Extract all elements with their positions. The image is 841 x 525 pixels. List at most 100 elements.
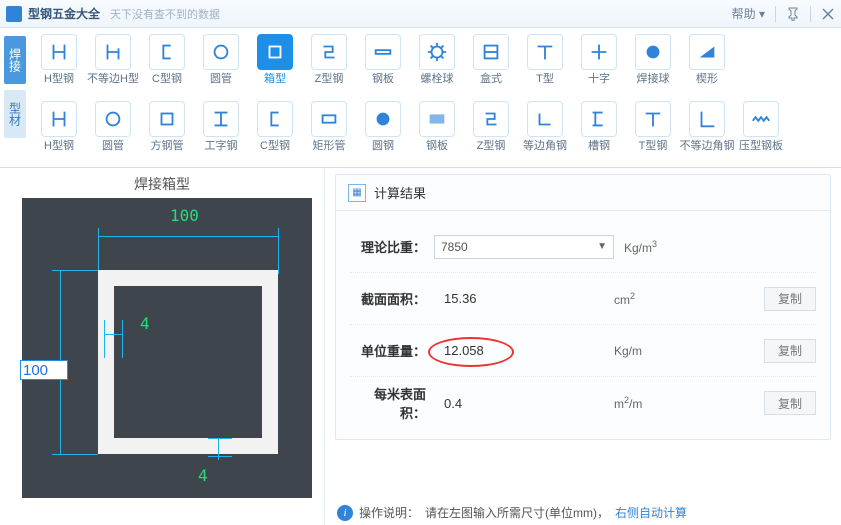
tool-bolt-ball[interactable]: 螺栓球 xyxy=(410,30,464,89)
density-value: 7850 xyxy=(441,240,468,254)
dim-left-input[interactable]: 100 xyxy=(20,360,68,380)
plate-icon xyxy=(365,34,401,70)
tool-label: C型钢 xyxy=(260,141,290,152)
round-tube2-icon xyxy=(95,101,131,137)
h-steel-icon xyxy=(41,34,77,70)
highlight-ellipse xyxy=(428,337,514,367)
tool-plate2[interactable]: 钢板 xyxy=(410,97,464,156)
tool-eq-angle[interactable]: 等边角钢 xyxy=(518,97,572,156)
info-icon: i xyxy=(337,505,353,521)
area-value: 15.36 xyxy=(434,291,614,306)
row-unit-weight: 单位重量： 12.058 Kg/m 复制 xyxy=(350,325,816,377)
tab-profile[interactable]: 型材 xyxy=(4,90,26,138)
area-copy-button[interactable]: 复制 xyxy=(764,287,816,311)
results-rows: 理论比重： 7850 ▼ Kg/m3 截面面积： 15.36 cm2 复制 单位… xyxy=(336,211,830,439)
right-pane: ▦ 计算结果 理论比重： 7850 ▼ Kg/m3 截面面积： 15.36 cm… xyxy=(325,168,841,525)
t-steel-icon xyxy=(635,101,671,137)
area-unit: cm2 xyxy=(614,291,684,307)
tool-h-steel2[interactable]: H型钢 xyxy=(32,97,86,156)
tool-plate[interactable]: 钢板 xyxy=(356,30,410,89)
tool-t-steel[interactable]: T型钢 xyxy=(626,97,680,156)
app-logo-icon xyxy=(6,6,22,22)
tool-cross[interactable]: 十字 xyxy=(572,30,626,89)
box-icon xyxy=(257,34,293,70)
surface-copy-button[interactable]: 复制 xyxy=(764,391,816,415)
dim-thick2-b xyxy=(208,438,232,439)
tool-label: 钢板 xyxy=(372,74,394,85)
hint-label: 操作说明： xyxy=(359,504,419,521)
tool-label: 不等边角钢 xyxy=(680,141,735,152)
tool-rect-tube[interactable]: 矩形管 xyxy=(302,97,356,156)
wedge-icon xyxy=(689,34,725,70)
dim-top-label: 100 xyxy=(170,206,199,225)
app-title: 型钢五金大全 xyxy=(28,5,100,22)
tool-label: 圆管 xyxy=(102,141,124,152)
tool-press-plate[interactable]: 压型钢板 xyxy=(734,97,788,156)
dim-thick1-label: 4 xyxy=(140,314,150,333)
unit-weight-copy-button[interactable]: 复制 xyxy=(764,339,816,363)
pin-icon[interactable] xyxy=(786,7,800,21)
tool-z-steel[interactable]: Z型钢 xyxy=(302,30,356,89)
side-tabs: 焊接 型材 xyxy=(0,28,30,167)
tool-label: 槽钢 xyxy=(588,141,610,152)
tool-label: 盒式 xyxy=(480,74,502,85)
tool-label: 不等边H型 xyxy=(87,74,139,85)
c-steel-icon xyxy=(149,34,185,70)
density-unit: Kg/m3 xyxy=(614,239,684,255)
dim-thick1-a xyxy=(104,334,122,335)
row-area: 截面面积： 15.36 cm2 复制 xyxy=(350,273,816,325)
tool-sq-tube[interactable]: 方钢管 xyxy=(140,97,194,156)
tool-label: 钢板 xyxy=(426,141,448,152)
ribbon-row-2: H型钢 圆管 方钢管工字钢 C型钢 矩形管圆钢钢板 Z型钢 等边角钢 槽钢 T型钢 不等边角钢压型… xyxy=(30,95,841,162)
tool-round-steel[interactable]: 圆钢 xyxy=(356,97,410,156)
rect-tube-icon xyxy=(311,101,347,137)
cross-icon xyxy=(581,34,617,70)
dim-left-tick-t xyxy=(52,270,98,271)
unit-weight-unit: Kg/m xyxy=(614,344,684,358)
sq-tube-icon xyxy=(149,101,185,137)
tool-label: Z型钢 xyxy=(477,141,506,152)
tool-weld-ball[interactable]: 焊接球 xyxy=(626,30,680,89)
help-link[interactable]: 帮助 ▾ xyxy=(732,5,765,22)
tool-round-tube2[interactable]: 圆管 xyxy=(86,97,140,156)
tool-uneq-h[interactable]: 不等边H型 xyxy=(86,30,140,89)
tool-h-steel[interactable]: H型钢 xyxy=(32,30,86,89)
row-surface: 每米表面积： 0.4 m2/m 复制 xyxy=(350,377,816,429)
density-dropdown[interactable]: 7850 ▼ xyxy=(434,235,614,259)
tool-label: 矩形管 xyxy=(313,141,346,152)
tab-weld[interactable]: 焊接 xyxy=(4,36,26,84)
hint-tail: 右侧自动计算 xyxy=(615,504,687,521)
tool-z-steel2[interactable]: Z型钢 xyxy=(464,97,518,156)
tool-uneq-angle[interactable]: 不等边角钢 xyxy=(680,97,734,156)
dim-thick1-b xyxy=(104,320,105,358)
results-head: ▦ 计算结果 xyxy=(336,175,830,211)
surface-unit: m2/m xyxy=(614,395,684,411)
tool-round-tube[interactable]: 圆管 xyxy=(194,30,248,89)
tool-c-steel2[interactable]: C型钢 xyxy=(248,97,302,156)
bolt-ball-icon xyxy=(419,34,455,70)
tool-label: 等边角钢 xyxy=(523,141,567,152)
tool-box-style[interactable]: 盒式 xyxy=(464,30,518,89)
press-plate-icon xyxy=(743,101,779,137)
close-icon[interactable] xyxy=(821,7,835,21)
weld-ball-icon xyxy=(635,34,671,70)
tool-channel[interactable]: 槽钢 xyxy=(572,97,626,156)
tool-label: 工字钢 xyxy=(205,141,238,152)
tool-label: 楔形 xyxy=(696,74,718,85)
tool-label: T型钢 xyxy=(639,141,668,152)
app-subtitle: 天下没有查不到的数据 xyxy=(110,6,220,22)
tool-box[interactable]: 箱型 xyxy=(248,30,302,89)
tool-label: 十字 xyxy=(588,74,610,85)
tool-wedge[interactable]: 楔形 xyxy=(680,30,734,89)
tool-t-type[interactable]: T型 xyxy=(518,30,572,89)
t-type-icon xyxy=(527,34,563,70)
diagram-canvas[interactable]: 100 100 4 4 xyxy=(22,198,312,498)
dim-top-tick-l xyxy=(98,228,99,274)
tool-i-steel[interactable]: 工字钢 xyxy=(194,97,248,156)
hint-bar: i 操作说明： 请在左图输入所需尺寸(单位mm)， 右侧自动计算 xyxy=(337,504,687,521)
tool-label: H型钢 xyxy=(44,141,74,152)
tool-label: 焊接球 xyxy=(637,74,670,85)
surface-label: 每米表面积： xyxy=(350,384,434,422)
tool-c-steel[interactable]: C型钢 xyxy=(140,30,194,89)
area-label: 截面面积： xyxy=(350,289,434,308)
